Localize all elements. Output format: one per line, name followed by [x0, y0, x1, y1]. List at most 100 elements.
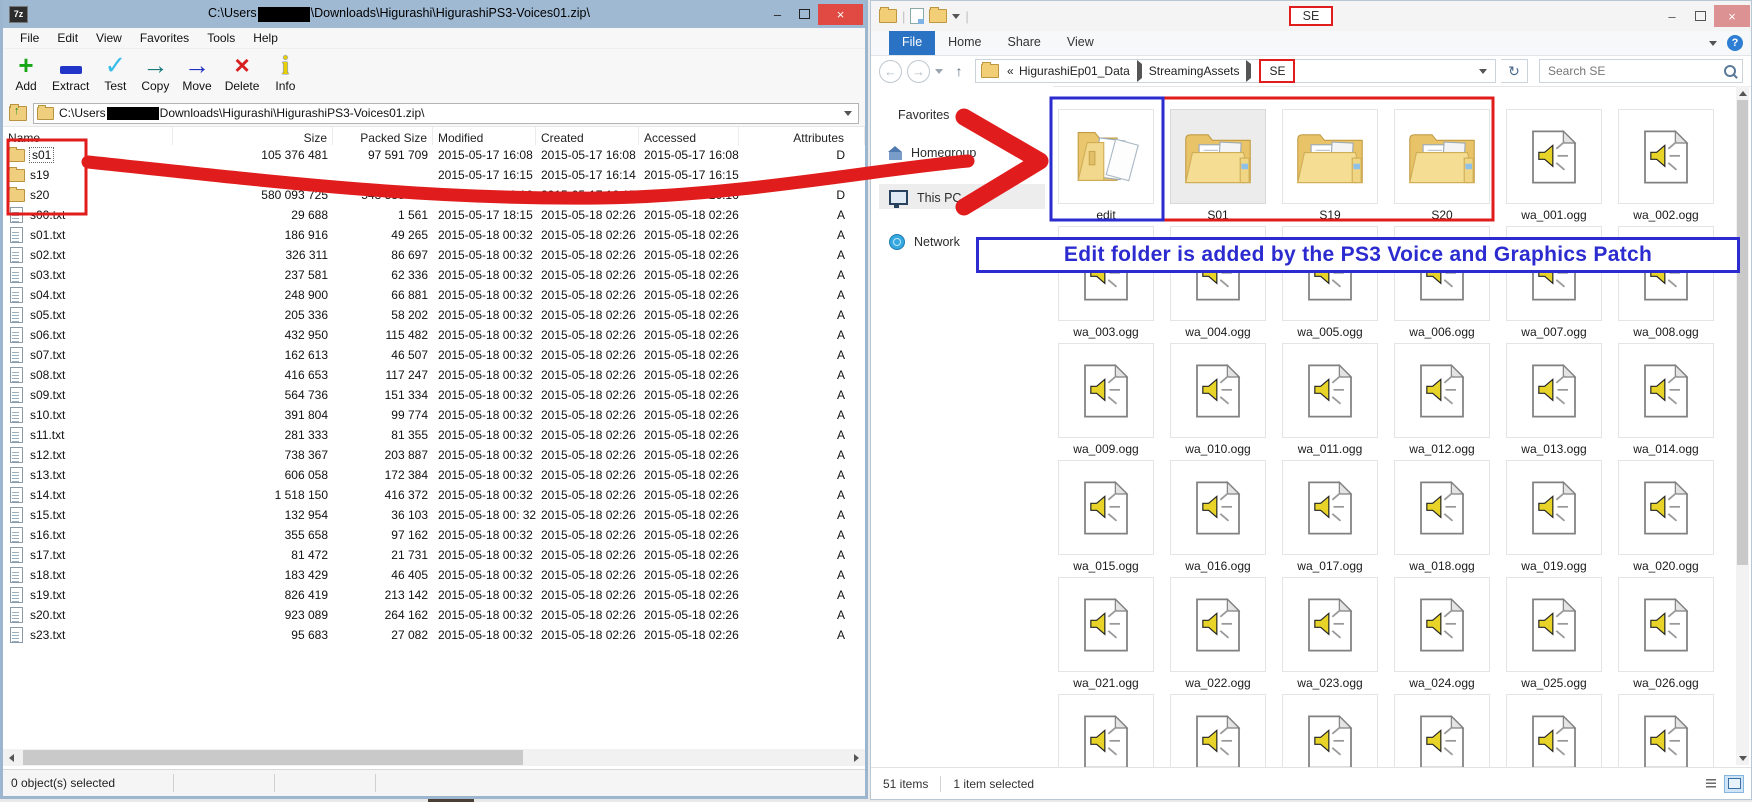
scrollbar-thumb[interactable]	[23, 750, 523, 765]
minimize-button[interactable]: –	[764, 4, 791, 25]
table-row[interactable]: s06.txt432 950115 4822015-05-18 00:32201…	[3, 325, 865, 345]
search-input[interactable]	[1546, 63, 1724, 79]
scroll-right-button[interactable]	[848, 749, 865, 766]
help-icon[interactable]: ?	[1727, 35, 1743, 51]
file-tile[interactable]	[1058, 694, 1154, 769]
address-dropdown-button[interactable]	[1475, 69, 1490, 74]
parent-folder-icon[interactable]	[9, 106, 27, 121]
table-row[interactable]: s19.txt826 419213 1422015-05-18 00:32201…	[3, 585, 865, 605]
file-tile-wa_024.ogg[interactable]: wa_024.ogg	[1394, 577, 1490, 694]
table-row[interactable]: s20.txt923 089264 1622015-05-18 00:32201…	[3, 605, 865, 625]
sidebar-item-homegroup[interactable]: Homegroup	[889, 146, 976, 160]
vertical-scrollbar[interactable]	[1736, 86, 1749, 765]
history-dropdown-icon[interactable]	[935, 69, 943, 74]
breadcrumb-overflow[interactable]: «	[1006, 64, 1018, 78]
file-tile-wa_021.ogg[interactable]: wa_021.ogg	[1058, 577, 1154, 694]
table-row[interactable]: s12.txt738 367203 8872015-05-18 00:32201…	[3, 445, 865, 465]
breadcrumb-item-higurashiep01_data[interactable]: HigurashiEp01_Data	[1018, 64, 1131, 78]
table-row[interactable]: s23.txt95 68327 0822015-05-18 00:322015-…	[3, 625, 865, 645]
explorer-titlebar[interactable]: SE | | – ×	[871, 1, 1751, 31]
file-tile-wa_019.ogg[interactable]: wa_019.ogg	[1506, 460, 1602, 577]
file-tile[interactable]	[1618, 694, 1714, 769]
file-tile-s19[interactable]: S19	[1282, 109, 1378, 226]
file-tile-edit[interactable]: edit	[1058, 109, 1154, 226]
toolbar-move-button[interactable]: →Move	[182, 52, 211, 93]
minimize-button[interactable]: –	[1658, 5, 1686, 27]
menu-edit[interactable]: Edit	[48, 31, 87, 45]
toolbar-delete-button[interactable]: ×Delete	[225, 52, 260, 93]
scroll-up-button[interactable]	[1736, 86, 1749, 100]
file-tile-wa_026.ogg[interactable]: wa_026.ogg	[1618, 577, 1714, 694]
menu-file[interactable]: File	[11, 31, 48, 45]
file-tile-wa_001.ogg[interactable]: wa_001.ogg	[1506, 109, 1602, 226]
scroll-left-button[interactable]	[3, 749, 20, 766]
breadcrumb-item-streamingassets[interactable]: StreamingAssets	[1148, 64, 1241, 78]
table-row[interactable]: s04.txt248 90066 8812015-05-18 00:322015…	[3, 285, 865, 305]
close-button[interactable]: ×	[1714, 5, 1750, 27]
file-tile-wa_018.ogg[interactable]: wa_018.ogg	[1394, 460, 1490, 577]
file-tile-wa_020.ogg[interactable]: wa_020.ogg	[1618, 460, 1714, 577]
collapse-ribbon-icon[interactable]	[1709, 41, 1717, 46]
file-tile-s01[interactable]: S01	[1170, 109, 1266, 226]
table-row[interactable]: s10.txt391 80499 7742015-05-18 00:322015…	[3, 405, 865, 425]
table-row[interactable]: s11.txt281 33381 3552015-05-18 00:322015…	[3, 425, 865, 445]
toolbar-info-button[interactable]: iInfo	[272, 52, 298, 93]
scroll-down-button[interactable]	[1736, 751, 1749, 765]
close-button[interactable]: ×	[818, 4, 863, 25]
menu-favorites[interactable]: Favorites	[131, 31, 198, 45]
table-row[interactable]: s03.txt237 58162 3362015-05-18 00:322015…	[3, 265, 865, 285]
table-row[interactable]: s16.txt355 65897 1622015-05-18 00:322015…	[3, 525, 865, 545]
table-row[interactable]: s05.txt205 33658 2022015-05-18 00:322015…	[3, 305, 865, 325]
table-row[interactable]: s00.txt29 6881 5612015-05-17 18:152015-0…	[3, 205, 865, 225]
menu-help[interactable]: Help	[244, 31, 287, 45]
sevenzip-titlebar[interactable]: 7z C:\Users\Downloads\Higurashi\Higurash…	[3, 0, 865, 28]
qat-properties-icon[interactable]	[910, 8, 924, 24]
qat-new-folder-icon[interactable]	[929, 9, 947, 23]
file-tile-wa_017.ogg[interactable]: wa_017.ogg	[1282, 460, 1378, 577]
sidebar-item-network[interactable]: Network	[889, 234, 960, 250]
forward-button[interactable]: →	[907, 60, 930, 83]
table-row[interactable]: s07.txt162 61346 5072015-05-18 00:322015…	[3, 345, 865, 365]
sevenzip-address-box[interactable]: C:\UsersDownloads\Higurashi\HigurashiPS3…	[33, 103, 859, 124]
file-tile[interactable]	[1170, 694, 1266, 769]
horizontal-scrollbar[interactable]	[3, 749, 865, 766]
file-tile-wa_002.ogg[interactable]: wa_002.ogg	[1618, 109, 1714, 226]
address-bar[interactable]: « HigurashiEp01_Data StreamingAssets SE	[975, 59, 1496, 83]
toolbar-extract-button[interactable]: Extract	[52, 52, 89, 93]
file-tile[interactable]	[1506, 694, 1602, 769]
table-row[interactable]: s15.txt132 95436 1032015-05-18 00: 32201…	[3, 505, 865, 525]
menu-tools[interactable]: Tools	[198, 31, 244, 45]
refresh-button[interactable]: ↻	[1501, 59, 1528, 83]
file-tile-wa_013.ogg[interactable]: wa_013.ogg	[1506, 343, 1602, 460]
table-row[interactable]: s18.txt183 42946 4052015-05-18 00:322015…	[3, 565, 865, 585]
file-tile-wa_016.ogg[interactable]: wa_016.ogg	[1170, 460, 1266, 577]
table-row[interactable]: s14.txt1 518 150416 3722015-05-18 00:322…	[3, 485, 865, 505]
file-tile-wa_012.ogg[interactable]: wa_012.ogg	[1394, 343, 1490, 460]
file-tile-s20[interactable]: S20	[1394, 109, 1490, 226]
table-row[interactable]: s01105 376 48197 591 7092015-05-17 16:08…	[3, 145, 865, 165]
file-tile[interactable]	[1282, 694, 1378, 769]
file-tile-wa_015.ogg[interactable]: wa_015.ogg	[1058, 460, 1154, 577]
file-tile-wa_023.ogg[interactable]: wa_023.ogg	[1282, 577, 1378, 694]
table-row[interactable]: s13.txt606 058172 3842015-05-18 00:32201…	[3, 465, 865, 485]
tab-file[interactable]: File	[889, 31, 935, 55]
tab-view[interactable]: View	[1054, 31, 1107, 55]
file-tile-wa_011.ogg[interactable]: wa_011.ogg	[1282, 343, 1378, 460]
table-row[interactable]: s01.txt186 91649 2652015-05-18 00:322015…	[3, 225, 865, 245]
file-tile-wa_014.ogg[interactable]: wa_014.ogg	[1618, 343, 1714, 460]
details-view-button[interactable]	[1702, 776, 1720, 792]
tab-home[interactable]: Home	[935, 31, 994, 55]
menu-view[interactable]: View	[87, 31, 131, 45]
file-tile[interactable]	[1394, 694, 1490, 769]
file-tile-wa_025.ogg[interactable]: wa_025.ogg	[1506, 577, 1602, 694]
table-row[interactable]: s20580 093 725543 383 9662015-05-17 16:1…	[3, 185, 865, 205]
table-row[interactable]: s17.txt81 47221 7312015-05-18 00:322015-…	[3, 545, 865, 565]
up-button[interactable]: ↑	[948, 63, 970, 79]
toolbar-copy-button[interactable]: →Copy	[141, 52, 169, 93]
table-row[interactable]: s08.txt416 653117 2472015-05-18 00:32201…	[3, 365, 865, 385]
file-tile-wa_009.ogg[interactable]: wa_009.ogg	[1058, 343, 1154, 460]
search-box[interactable]	[1539, 59, 1743, 83]
file-tile-wa_010.ogg[interactable]: wa_010.ogg	[1170, 343, 1266, 460]
breadcrumb-item-se[interactable]: SE	[1259, 59, 1295, 83]
maximize-button[interactable]	[1686, 5, 1714, 27]
